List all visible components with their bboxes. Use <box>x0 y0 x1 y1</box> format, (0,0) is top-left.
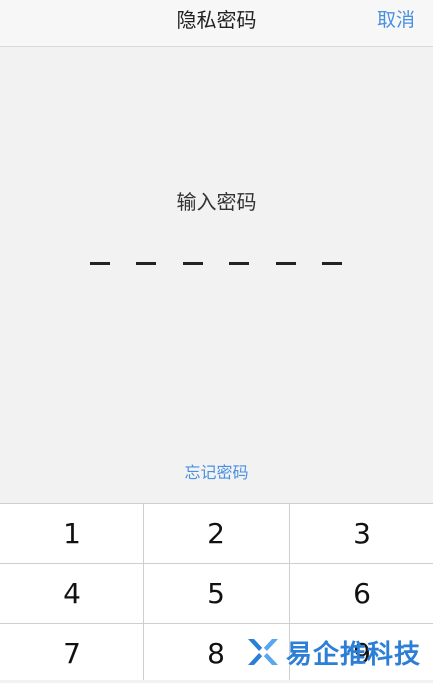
pin-slot <box>229 262 250 265</box>
key-7[interactable]: 7 <box>0 624 144 683</box>
navigation-bar: 隐私密码 取消 <box>0 0 433 47</box>
watermark-text: 易企推科技 <box>286 639 422 670</box>
pin-slot <box>321 262 342 265</box>
key-4[interactable]: 4 <box>0 564 144 623</box>
pin-slot <box>136 262 157 265</box>
page-title: 隐私密码 <box>176 8 257 32</box>
pin-slot <box>182 262 203 265</box>
cancel-button[interactable]: 取消 <box>377 0 415 40</box>
watermark: 易企推科技 <box>244 630 433 674</box>
pin-slot <box>90 262 110 265</box>
key-5[interactable]: 5 <box>144 564 288 623</box>
pin-entry <box>90 262 342 266</box>
key-6[interactable]: 6 <box>290 564 433 623</box>
key-1[interactable]: 1 <box>0 504 144 563</box>
enter-password-prompt: 输入密码 <box>176 190 257 214</box>
key-2[interactable]: 2 <box>144 504 288 563</box>
pin-slot <box>275 262 296 265</box>
key-3[interactable]: 3 <box>290 504 433 563</box>
forgot-password-link[interactable]: 忘记密码 <box>0 459 433 483</box>
watermark-logo-icon <box>248 639 278 665</box>
